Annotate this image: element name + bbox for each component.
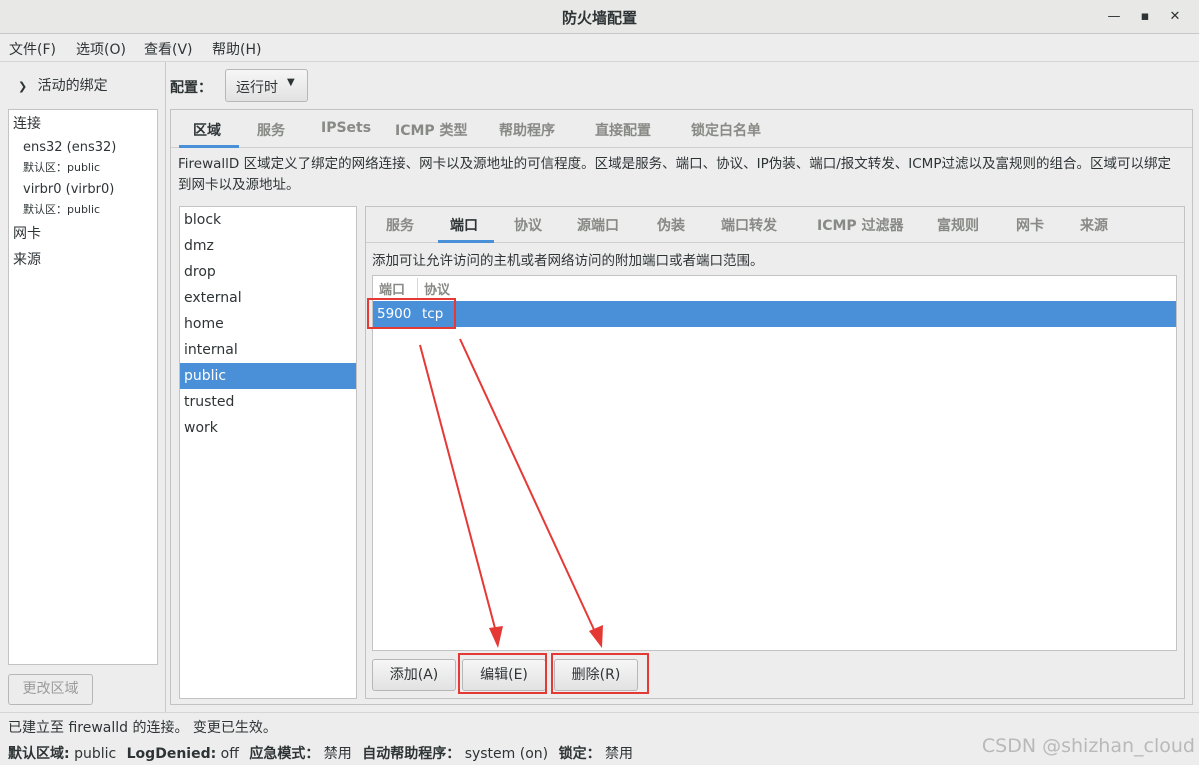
zone-item-work[interactable]: work [180,415,356,441]
main-notebook: 区域 服务 IPSets ICMP 类型 帮助程序 直接配置 锁定白名单 Fir… [170,109,1193,705]
auto-helpers-value: system (on) [464,746,549,762]
tab-zone-port-forwarding[interactable]: 端口转发 [721,215,777,235]
bindings-expander[interactable]: ❯ 活动的绑定 [18,75,108,95]
logdenied-value: off [220,746,239,762]
zones-description: FirewallD 区域定义了绑定的网络连接、网卡以及源地址的可信程度。区域是服… [178,156,1171,193]
tab-zone-services[interactable]: 服务 [386,215,414,235]
status-bar: 已建立至 firewalld 的连接。 变更已生效。 默认区域: public … [0,712,1199,765]
bindings-list: 连接 ens32 (ens32) 默认区：public virbr0 (virb… [8,109,158,665]
annotation-box-edit [458,653,547,694]
chevron-down-icon: ❯ [18,80,28,93]
menu-file[interactable]: 文件(F) [9,39,56,59]
zone-item-trusted[interactable]: trusted [180,389,356,415]
table-row[interactable]: 5900 tcp [373,301,1176,327]
annotation-box-remove [551,653,649,694]
tab-zone-source-ports[interactable]: 源端口 [577,215,619,235]
tab-zone-icmp-filter[interactable]: ICMP 过滤器 [817,215,904,235]
connection-ens32[interactable]: ens32 (ens32) [23,140,116,155]
panic-mode-value: 禁用 [323,746,352,762]
zone-item-dmz[interactable]: dmz [180,233,356,259]
nic-category[interactable]: 网卡 [13,223,41,243]
ports-table: 端口 协议 5900 tcp [372,275,1177,651]
add-port-button[interactable]: 添加(A) [372,659,456,691]
lockdown-label: 锁定： [558,746,601,762]
connection-virbr0-zone: 默认区：public [23,203,101,216]
connections-category[interactable]: 连接 [13,113,41,133]
tab-ipsets[interactable]: IPSets [321,120,371,136]
lockdown-value: 禁用 [605,746,634,762]
column-divider [417,278,418,298]
menu-view[interactable]: 查看(V) [144,39,193,59]
tab-zone-rich-rules[interactable]: 富规则 [937,215,979,235]
config-mode-select[interactable]: 运行时 ▼ [225,69,308,102]
logdenied-label: LogDenied: [126,746,217,762]
zone-item-drop[interactable]: drop [180,259,356,285]
tab-direct-config[interactable]: 直接配置 [595,120,651,140]
default-zone-value: public [74,746,117,762]
zone-item-external[interactable]: external [180,285,356,311]
close-button[interactable]: ✕ [1164,6,1186,28]
tab-zone-masquerade[interactable]: 伪装 [657,215,685,235]
connection-virbr0[interactable]: virbr0 (virbr0) [23,182,114,197]
status-details: 默认区域: public LogDenied: off 应急模式： 禁用 自动帮… [8,743,633,763]
tab-helpers[interactable]: 帮助程序 [499,120,555,140]
tab-services[interactable]: 服务 [257,120,285,140]
zone-tab-bar: 服务 端口 协议 源端口 伪装 端口转发 ICMP 过滤器 富规则 网卡 来源 [366,207,1184,243]
active-zone-tab-indicator [438,240,494,243]
tab-zone-protocols[interactable]: 协议 [514,215,542,235]
panic-mode-label: 应急模式： [249,746,320,762]
tab-zone-interfaces[interactable]: 网卡 [1016,215,1044,235]
tab-icmp-types[interactable]: ICMP 类型 [395,120,468,140]
column-header-port[interactable]: 端口 [379,279,405,298]
zone-item-block[interactable]: block [180,207,356,233]
dropdown-arrow-icon: ▼ [287,77,295,88]
menu-bar: 文件(F) 选项(O) 查看(V) 帮助(H) [0,34,1199,62]
tab-zone-ports[interactable]: 端口 [450,215,478,235]
connection-status: 已建立至 firewalld 的连接。 变更已生效。 [8,720,277,736]
menu-help[interactable]: 帮助(H) [212,39,261,59]
tab-zone-sources[interactable]: 来源 [1080,215,1108,235]
ports-description: 添加可让允许访问的主机或者网络访问的附加端口或者端口范围。 [372,253,764,269]
source-category[interactable]: 来源 [13,249,41,269]
active-tab-indicator [179,145,239,148]
menu-options[interactable]: 选项(O) [76,39,126,59]
minimize-button[interactable]: — [1103,6,1125,28]
config-mode-value: 运行时 [236,80,278,96]
tab-lockdown-whitelist[interactable]: 锁定白名单 [691,120,761,140]
annotation-box-row [367,298,456,329]
connection-ens32-zone: 默认区：public [23,161,101,174]
default-zone-label: 默认区域: [8,746,70,762]
config-label: 配置： [170,80,212,96]
zone-notebook: 服务 端口 协议 源端口 伪装 端口转发 ICMP 过滤器 富规则 网卡 来源 … [365,206,1185,699]
top-tab-bar: 区域 服务 IPSets ICMP 类型 帮助程序 直接配置 锁定白名单 [171,110,1192,148]
bindings-pane: ❯ 活动的绑定 连接 ens32 (ens32) 默认区：public virb… [0,62,166,712]
zone-item-internal[interactable]: internal [180,337,356,363]
maximize-button[interactable]: ▪ [1134,6,1156,28]
zone-list: block dmz drop external home internal pu… [179,206,357,699]
window-title: 防火墙配置 [561,9,637,27]
column-header-protocol[interactable]: 协议 [424,279,450,298]
bindings-header-label: 活动的绑定 [37,78,108,94]
tab-zones[interactable]: 区域 [193,120,221,140]
zone-item-home[interactable]: home [180,311,356,337]
title-bar: 防火墙配置 — ▪ ✕ [0,0,1199,34]
change-zone-button[interactable]: 更改区域 [8,674,93,705]
auto-helpers-label: 自动帮助程序： [362,746,461,762]
zone-item-public[interactable]: public [180,363,356,389]
watermark: CSDN @shizhan_cloud [981,735,1195,757]
